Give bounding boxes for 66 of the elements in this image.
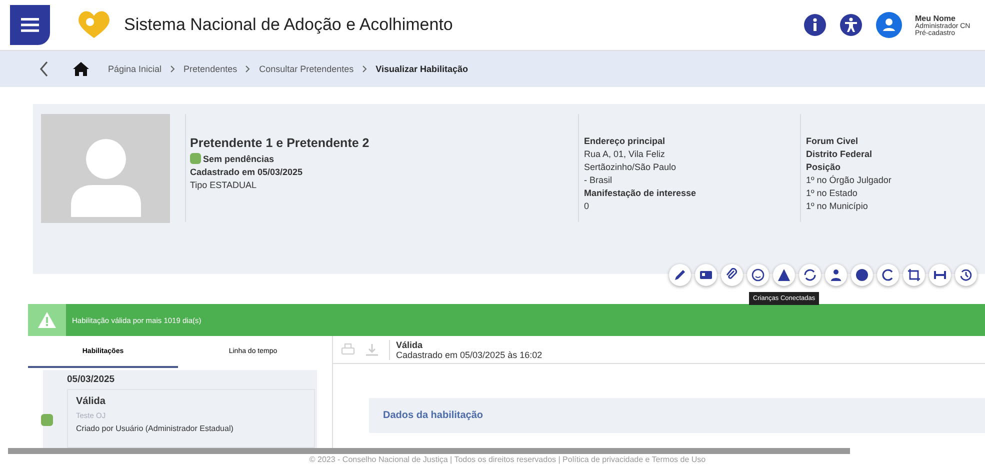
timeline-title: Válida	[76, 396, 106, 407]
history-icon	[959, 268, 973, 282]
action-button[interactable]	[695, 264, 717, 286]
stop-icon	[855, 268, 869, 282]
timeline-note: Criado por Usuário (Administrador Estadual)	[76, 424, 234, 433]
clip-icon	[725, 268, 739, 282]
breadcrumb-link[interactable]: Pretendentes	[184, 64, 238, 74]
action-button[interactable]	[773, 264, 795, 286]
type-label: Tipo ESTADUAL	[190, 180, 258, 190]
action-button[interactable]	[721, 264, 743, 286]
warning-icon	[37, 311, 57, 329]
address-line: Endereço principal	[584, 136, 666, 146]
app-title: Sistema Nacional de Adoção e Acolhimento	[124, 15, 453, 35]
home-icon[interactable]	[72, 61, 90, 77]
court-line: Forum Civel	[806, 136, 860, 146]
address-line: Sertãozinho/São Paulo	[584, 162, 678, 172]
crop-icon	[907, 268, 921, 282]
link-icon	[933, 268, 947, 282]
redo-icon	[881, 268, 895, 282]
court-line: 1º no Município	[806, 201, 869, 211]
timeline-date: 05/03/2025	[67, 374, 116, 385]
scrollbar[interactable]	[8, 448, 850, 454]
warning-icon	[777, 268, 791, 282]
avatar-placeholder-icon	[41, 114, 170, 223]
action-button[interactable]	[825, 264, 847, 286]
footer-text: © 2023 - Conselho Nacional de Justiça | Todos os direitos reservados | Política de privacidade e Termos de Uso	[308, 454, 707, 464]
action-button[interactable]	[799, 264, 821, 286]
breadcrumb-link[interactable]: Página Inicial	[108, 64, 162, 74]
action-button[interactable]	[747, 264, 769, 286]
address-line: 0	[584, 201, 590, 211]
breadcrumb-link[interactable]: Consultar Pretendentes	[259, 64, 354, 74]
address-line: Rua A, 01, Vila Feliz	[584, 149, 666, 159]
sync-icon	[803, 268, 817, 282]
info-icon[interactable]	[803, 13, 827, 37]
chevron-icon	[245, 65, 252, 73]
address-line: - Brasil	[584, 175, 614, 185]
user-name: Meu Nome	[915, 14, 956, 22]
applicant-name: Pretendente 1 e Pretendente 2	[190, 136, 370, 150]
user-avatar-icon[interactable]	[875, 11, 903, 39]
person-icon	[829, 268, 843, 282]
status-label: Sem pendências	[203, 154, 274, 164]
action-button[interactable]	[955, 264, 977, 286]
face-icon	[751, 268, 765, 282]
action-button[interactable]	[669, 264, 691, 286]
court-line: 1º no Estado	[806, 188, 858, 198]
chevron-icon	[362, 65, 368, 73]
court-line: Posição	[806, 162, 842, 172]
action-button[interactable]	[877, 264, 899, 286]
registered-date: Cadastrado em 05/03/2025	[190, 167, 304, 177]
menu-icon	[21, 18, 39, 32]
action-button[interactable]	[929, 264, 951, 286]
court-line: 1º no Órgão Julgador	[806, 175, 892, 185]
address-line: Manifestação de interesse	[584, 188, 698, 198]
accessibility-icon[interactable]	[839, 13, 863, 37]
court-line: Distrito Federal	[806, 149, 874, 159]
action-button[interactable]	[903, 264, 925, 286]
section-header: Dados da habilitação	[369, 398, 985, 433]
menu-button[interactable]	[10, 5, 50, 45]
card-icon	[699, 268, 713, 282]
action-button[interactable]	[851, 264, 873, 286]
chevron-icon	[170, 65, 176, 73]
pencil-icon	[673, 268, 687, 282]
detail-subtitle: Cadastrado em 05/03/2025 às 16:02	[396, 350, 542, 360]
detail-title: Válida	[396, 340, 424, 350]
heart-logo-icon	[76, 10, 112, 40]
back-icon[interactable]	[38, 61, 50, 77]
